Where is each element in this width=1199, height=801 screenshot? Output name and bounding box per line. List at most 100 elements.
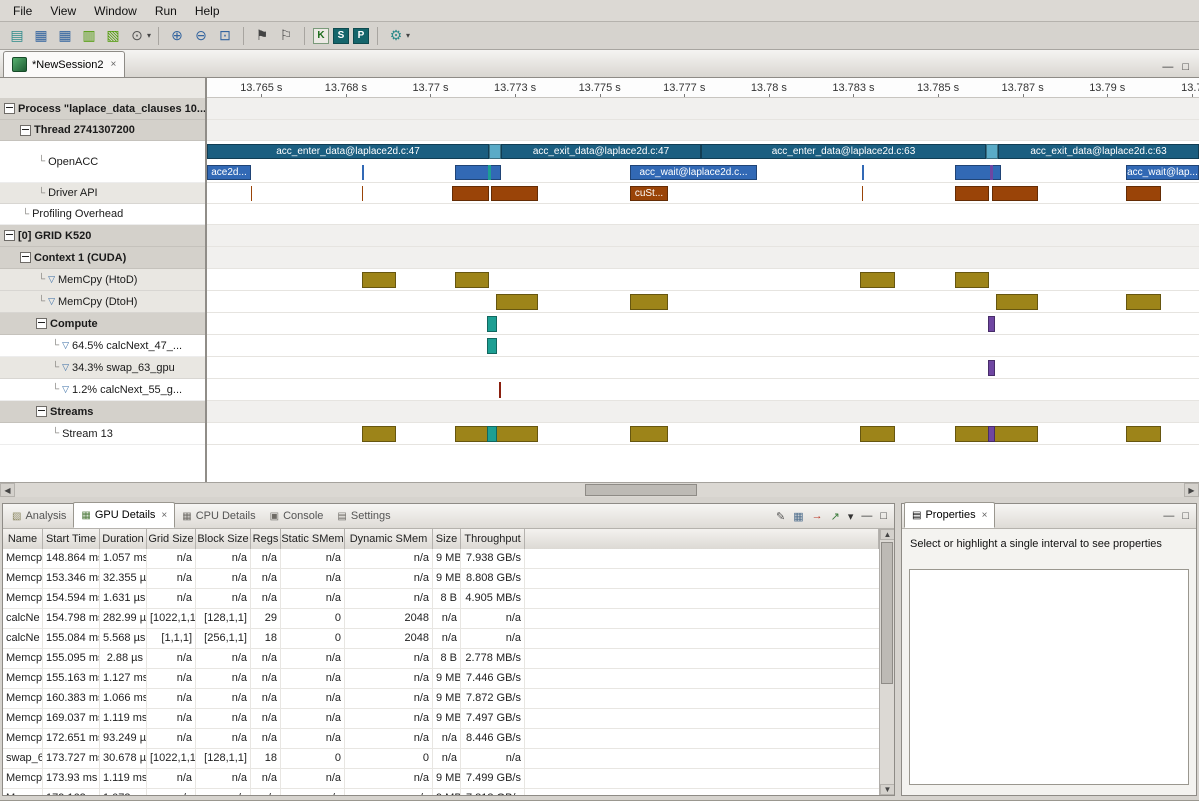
- timeline-bar[interactable]: [996, 294, 1038, 310]
- timeline-bar[interactable]: [452, 186, 489, 201]
- tree-row-streams[interactable]: Streams: [0, 401, 205, 423]
- timeline-row-kernel-calcnext-47[interactable]: [207, 335, 1199, 357]
- column-header-block-size[interactable]: Block Size: [196, 529, 251, 549]
- minimize-icon[interactable]: —: [1163, 510, 1174, 522]
- tree-row-process[interactable]: Process "laplace_data_clauses 10...: [0, 98, 205, 120]
- close-icon[interactable]: ×: [982, 510, 988, 521]
- timeline-bar[interactable]: [955, 426, 1038, 442]
- timeline-row-openacc[interactable]: acc_enter_data@laplace2d.c:47 acc_exit_da…: [207, 141, 1199, 183]
- timeline-bar[interactable]: [487, 426, 497, 442]
- timeline-bar[interactable]: [630, 426, 668, 442]
- timeline-row-process[interactable]: [207, 98, 1199, 120]
- timeline-bar[interactable]: [862, 186, 863, 201]
- save-session-icon[interactable]: ▦: [30, 26, 52, 46]
- timeline-bar[interactable]: [988, 316, 995, 332]
- kernel-toggle-icon[interactable]: K: [313, 28, 329, 44]
- report-icon[interactable]: ▥: [78, 26, 100, 46]
- timeline-bar[interactable]: acc_wait@lap...: [1126, 165, 1199, 180]
- process-toggle-icon[interactable]: P: [353, 28, 369, 44]
- vscroll-track[interactable]: [880, 540, 894, 784]
- vscroll-thumb[interactable]: [881, 542, 893, 684]
- table-row[interactable]: Memcp160.383 ms1.066 msn/an/an/an/an/a9 …: [3, 689, 879, 709]
- timeline-bar[interactable]: [487, 316, 497, 332]
- table-row[interactable]: Memcp179.163 ms1.073 msn/an/an/an/an/a9 …: [3, 789, 879, 795]
- table-row[interactable]: Memcp155.095 ms2.88 µsn/an/an/an/an/a8 B…: [3, 649, 879, 669]
- tree-row-context-1-cuda[interactable]: Context 1 (CUDA): [0, 247, 205, 269]
- scroll-down-icon[interactable]: ▼: [880, 784, 894, 795]
- collapse-icon[interactable]: [20, 252, 31, 263]
- timeline-bar[interactable]: [496, 294, 538, 310]
- timeline-row-streams[interactable]: [207, 401, 1199, 423]
- tree-row-memcpy-htod[interactable]: └▽MemCpy (HtoD): [0, 269, 205, 291]
- timeline-bar[interactable]: [487, 338, 497, 354]
- column-header-throughput[interactable]: Throughput: [461, 529, 525, 549]
- timeline-row-context-1-cuda[interactable]: [207, 247, 1199, 269]
- column-header-size[interactable]: Size: [433, 529, 461, 549]
- tab-properties[interactable]: ▤ Properties ×: [904, 502, 995, 528]
- timeline-bar[interactable]: [992, 186, 1038, 201]
- menu-item-file[interactable]: File: [4, 2, 41, 20]
- menu-item-help[interactable]: Help: [186, 2, 229, 20]
- zoom-in-icon[interactable]: ⊕: [166, 26, 188, 46]
- hscroll-track[interactable]: [15, 483, 1184, 497]
- timeline-bar[interactable]: [251, 186, 252, 201]
- dropdown-icon[interactable]: ▾: [406, 31, 410, 40]
- menu-item-run[interactable]: Run: [146, 2, 186, 20]
- timeline-bar[interactable]: [988, 360, 995, 376]
- tree-row-compute[interactable]: Compute: [0, 313, 205, 335]
- table-row[interactable]: Memcp155.163 ms1.127 msn/an/an/an/an/a9 …: [3, 669, 879, 689]
- timeline-row-gpu-grid-k520[interactable]: [207, 225, 1199, 247]
- timeline-bar[interactable]: acc_exit_data@laplace2d.c:63: [998, 144, 1199, 159]
- prev-marker-icon[interactable]: ⚐: [275, 26, 297, 46]
- timeline-bar[interactable]: [988, 426, 995, 442]
- timeline-bar[interactable]: [362, 165, 364, 180]
- tab-cpu-details[interactable]: ▦CPU Details: [175, 504, 262, 528]
- tab-newsession2[interactable]: *NewSession2 ×: [3, 51, 125, 77]
- table-row[interactable]: Memcp153.346 ms32.355 µsn/an/an/an/an/a9…: [3, 569, 879, 589]
- tree-row-memcpy-dtoh[interactable]: └▽MemCpy (DtoH): [0, 291, 205, 313]
- zoom-out-icon[interactable]: ⊖: [190, 26, 212, 46]
- table-row[interactable]: calcNe155.084 ms5.568 µs[1,1,1][256,1,1]…: [3, 629, 879, 649]
- column-header-dynamic-smem[interactable]: Dynamic SMem: [345, 529, 433, 549]
- scroll-left-icon[interactable]: ◀: [0, 483, 15, 497]
- view-menu-icon[interactable]: ▾: [848, 510, 854, 523]
- timeline-bar[interactable]: [455, 272, 489, 288]
- table-row[interactable]: Memcp172.651 ms93.249 µsn/an/an/an/an/an…: [3, 729, 879, 749]
- timeline-row-driver-api[interactable]: cuSt...: [207, 183, 1199, 204]
- timeline-bar[interactable]: [1126, 426, 1161, 442]
- column-header-regs[interactable]: Regs: [251, 529, 281, 549]
- tab-settings[interactable]: ▤Settings: [330, 504, 397, 528]
- timeline-bar[interactable]: [362, 426, 396, 442]
- timeline-lanes[interactable]: acc_enter_data@laplace2d.c:47 acc_exit_da…: [207, 98, 1199, 482]
- new-session-icon[interactable]: ▤: [6, 26, 28, 46]
- timeline-row-profiling-overhead[interactable]: [207, 204, 1199, 225]
- tab-console[interactable]: ▣Console: [263, 504, 331, 528]
- column-header-name[interactable]: Name: [3, 529, 43, 549]
- column-header-static-smem[interactable]: Static SMem: [281, 529, 345, 549]
- timeline-bar[interactable]: [860, 272, 895, 288]
- maximize-icon[interactable]: □: [880, 510, 887, 522]
- timeline-row-kernel-calcnext-55[interactable]: [207, 379, 1199, 401]
- save-all-icon[interactable]: ▦: [54, 26, 76, 46]
- collapse-icon[interactable]: [4, 103, 15, 114]
- table-row[interactable]: Memcp154.594 ms1.631 µsn/an/an/an/an/a8 …: [3, 589, 879, 609]
- tree-row-gpu-grid-k520[interactable]: [0] GRID K520: [0, 225, 205, 247]
- annotate-icon[interactable]: ✎: [776, 510, 785, 523]
- maximize-icon[interactable]: □: [1182, 61, 1189, 73]
- timeline-bar[interactable]: [489, 144, 501, 159]
- minimize-icon[interactable]: —: [1162, 61, 1173, 73]
- tree-row-kernel-calcnext-55[interactable]: └▽1.2% calcNext_55_g...: [0, 379, 205, 401]
- timeline-row-stream-13[interactable]: [207, 423, 1199, 445]
- export-icon[interactable]: ↗: [831, 510, 840, 523]
- timeline-bar[interactable]: [955, 272, 989, 288]
- stream-toggle-icon[interactable]: S: [333, 28, 349, 44]
- zoom-fit-icon[interactable]: ⊡: [214, 26, 236, 46]
- timeline-row-memcpy-htod[interactable]: [207, 269, 1199, 291]
- timeline-bar[interactable]: acc_enter_data@laplace2d.c:47: [207, 144, 489, 159]
- column-header-duration[interactable]: Duration: [100, 529, 147, 549]
- column-header-start-time[interactable]: Start Time: [43, 529, 100, 549]
- tree-row-kernel-calcnext-47[interactable]: └▽64.5% calcNext_47_...: [0, 335, 205, 357]
- tab-gpu-details[interactable]: ▦GPU Details×: [73, 502, 175, 528]
- tree-row-profiling-overhead[interactable]: └Profiling Overhead: [0, 204, 205, 225]
- timeline-bar[interactable]: [499, 382, 501, 398]
